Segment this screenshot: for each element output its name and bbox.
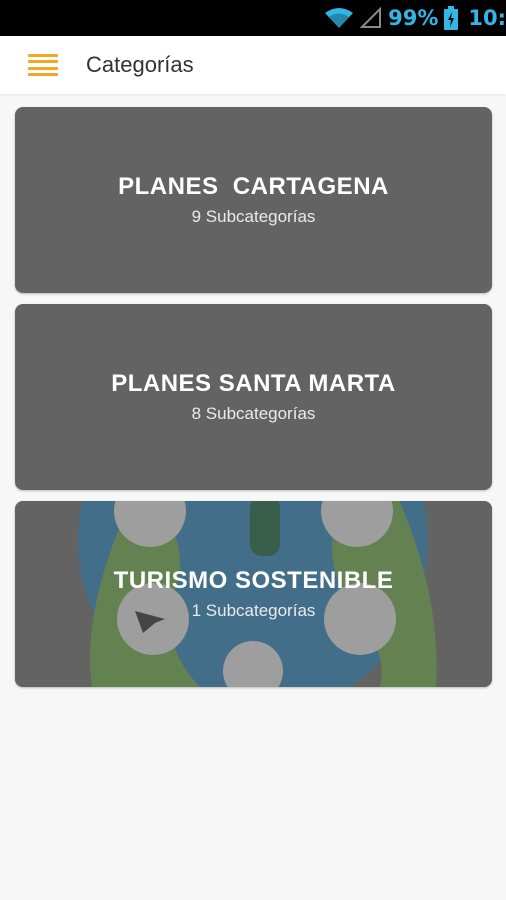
category-title: PLANES SANTA MARTA <box>111 370 396 397</box>
category-subtitle: 8 Subcategorías <box>191 404 316 423</box>
battery-percent: 99% <box>388 6 439 30</box>
category-subtitle: 9 Subcategorías <box>191 207 316 226</box>
category-card-turismo-sostenible[interactable]: TURISMO SOSTENIBLE 1 Subcategorías <box>15 501 492 687</box>
page-title: Categorías <box>86 52 194 77</box>
clock: 10: <box>468 6 506 30</box>
status-bar: 99% 10: <box>0 0 506 36</box>
cell-signal-icon <box>360 7 382 29</box>
category-subtitle: 1 Subcategorías <box>191 601 316 620</box>
battery-charging-icon <box>444 6 459 30</box>
app-bar: Categorías <box>0 36 506 94</box>
category-title: PLANES CARTAGENA <box>118 173 389 200</box>
category-title: TURISMO SOSTENIBLE <box>113 567 394 594</box>
category-card-planes-santa-marta[interactable]: PLANES SANTA MARTA 8 Subcategorías <box>15 304 492 490</box>
category-card-planes-cartagena[interactable]: PLANES CARTAGENA 9 Subcategorías <box>15 107 492 293</box>
wifi-icon <box>324 7 354 29</box>
hamburger-menu-icon[interactable] <box>28 54 58 76</box>
category-list: PLANES CARTAGENA 9 Subcategorías PLANES … <box>15 107 492 698</box>
